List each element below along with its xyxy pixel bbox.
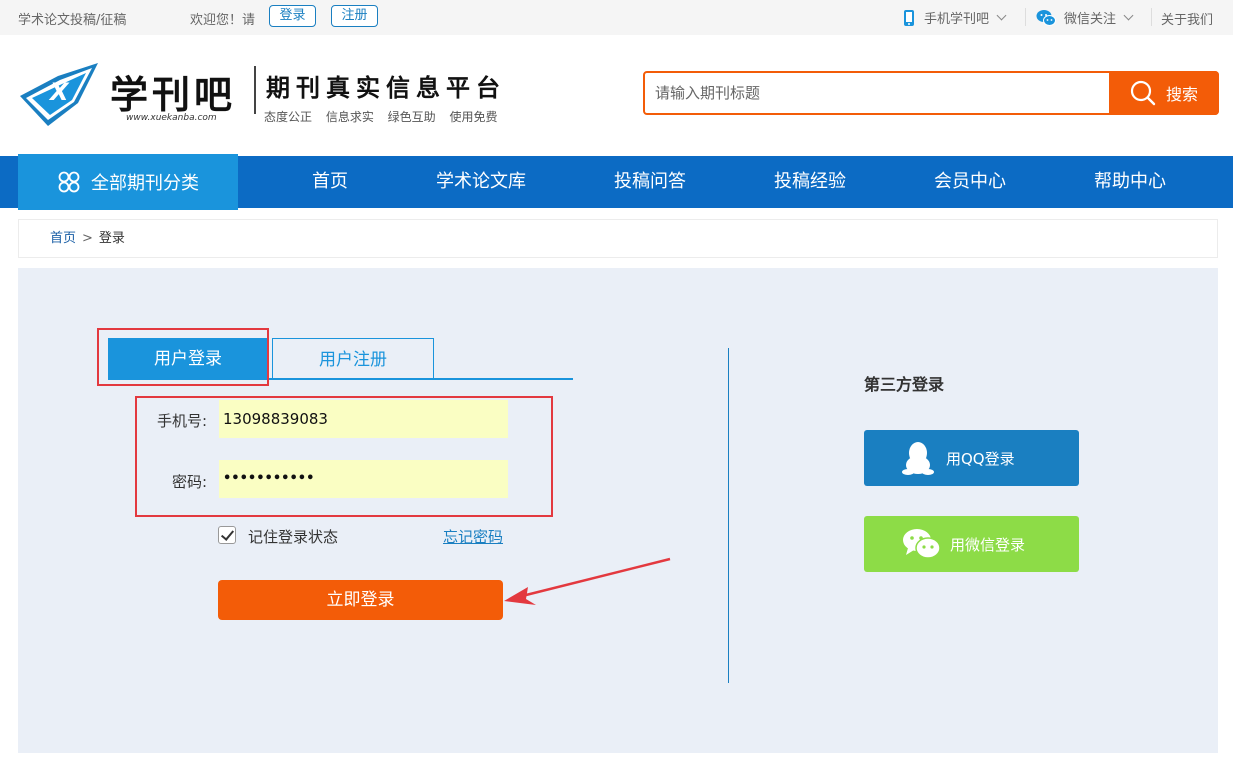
phone-label: 手机号: [156, 412, 207, 430]
breadcrumb-home[interactable]: 首页 [50, 231, 76, 246]
chevron-down-icon [1123, 10, 1134, 21]
search-input[interactable] [655, 81, 1095, 105]
phone-input[interactable]: 13098839083 [219, 400, 508, 438]
nav-item-home[interactable]: 首页 [260, 156, 400, 208]
nav-item-submission-qa[interactable]: 投稿问答 [580, 156, 720, 208]
mobile-label: 手机学刊吧 [924, 12, 990, 27]
vertical-divider [728, 348, 729, 683]
svg-text:X: X [48, 78, 70, 106]
all-categories-label: 全部期刊分类 [91, 173, 199, 194]
login-panel: 用户登录 用户注册 手机号: 13098839083 密码: •••••••••… [18, 268, 1218, 753]
password-label: 密码: [171, 473, 207, 491]
wechat-icon [1036, 9, 1056, 26]
annotation-box [97, 328, 269, 386]
logo-divider [254, 66, 256, 114]
qq-login-button[interactable]: 用QQ登录 [864, 430, 1079, 486]
logo-url: www.xuekanba.com [126, 113, 217, 123]
remember-checkbox[interactable] [218, 526, 236, 544]
all-categories-button[interactable]: 全部期刊分类 [18, 154, 238, 210]
search-icon [1130, 80, 1156, 106]
remember-label: 记住登录状态 [248, 528, 339, 546]
main-nav: 全部期刊分类 首页 学术论文库 投稿问答 投稿经验 会员中心 帮助中心 [0, 154, 1233, 210]
breadcrumb-separator: > [82, 231, 93, 246]
logo-name: 学刊吧 [110, 72, 237, 117]
logo-book-icon: X [20, 63, 98, 126]
mobile-phone-icon [904, 9, 914, 26]
wechat-label: 微信关注 [1064, 12, 1117, 27]
qq-penguin-icon [902, 442, 934, 475]
search-box: 搜索 [643, 71, 1219, 115]
logo-tags: 态度公正 信息求实 绿色互助 使用免费 [264, 110, 498, 124]
site-logo[interactable]: X 学刊吧 www.xuekanba.com 期刊真实信息平台 态度公正 信息求… [18, 58, 528, 130]
wechat-icon [903, 529, 941, 559]
wechat-login-button[interactable]: 用微信登录 [864, 516, 1079, 572]
nav-item-submission-experience[interactable]: 投稿经验 [740, 156, 880, 208]
divider [1025, 8, 1026, 26]
divider [1151, 8, 1152, 26]
search-button-label: 搜索 [1165, 85, 1198, 104]
top-bar: 学术论文投稿/征稿 欢迎您！请 登录 注册 手机学刊吧 微信关注 关于我们 [0, 0, 1233, 35]
breadcrumb: 首页 > 登录 [18, 219, 1218, 258]
nav-item-member-center[interactable]: 会员中心 [900, 156, 1040, 208]
site-link[interactable]: 学术论文投稿/征稿 [18, 9, 126, 28]
logo-slogan: 期刊真实信息平台 [266, 73, 506, 102]
nav-item-paper-library[interactable]: 学术论文库 [411, 156, 551, 208]
forgot-password-link[interactable]: 忘记密码 [443, 526, 503, 547]
search-button[interactable]: 搜索 [1109, 71, 1219, 115]
top-register-button[interactable]: 注册 [331, 5, 378, 27]
about-link[interactable]: 关于我们 [1161, 9, 1213, 28]
welcome-text: 欢迎您！请 [190, 13, 256, 28]
qq-login-label: 用QQ登录 [946, 449, 1015, 468]
wechat-menu[interactable]: 微信关注 [1036, 8, 1134, 27]
breadcrumb-current: 登录 [98, 231, 125, 246]
tab-register[interactable]: 用户注册 [272, 338, 434, 380]
login-submit-button[interactable]: 立即登录 [218, 580, 503, 620]
wechat-login-label: 用微信登录 [950, 535, 1026, 554]
password-input[interactable]: ••••••••••• [219, 460, 508, 498]
chevron-down-icon [996, 10, 1007, 21]
third-party-title: 第三方登录 [864, 375, 945, 394]
clover-icon [58, 171, 80, 193]
annotation-arrow [504, 557, 671, 605]
mobile-menu[interactable]: 手机学刊吧 [903, 8, 1007, 27]
nav-item-help-center[interactable]: 帮助中心 [1060, 156, 1200, 208]
top-login-button[interactable]: 登录 [269, 5, 316, 27]
